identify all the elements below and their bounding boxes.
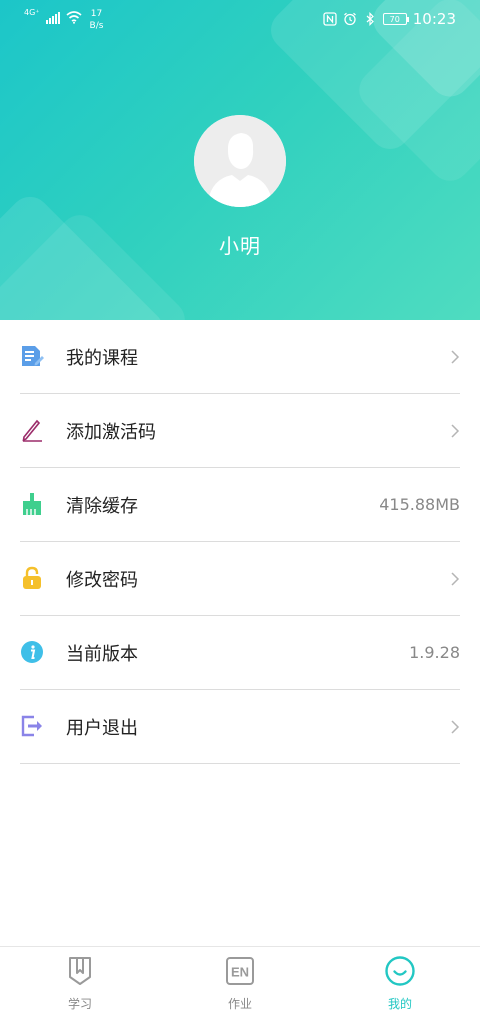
en-icon-text: EN <box>231 965 249 980</box>
battery-icon: 70 <box>382 13 409 25</box>
speed-value: 17 <box>90 9 103 19</box>
version-number: 1.9.28 <box>409 643 460 662</box>
nfc-icon <box>323 12 337 26</box>
chevron-right-icon <box>451 572 460 586</box>
tab-mine[interactable]: 我的 <box>320 947 480 1013</box>
default-avatar-icon <box>194 115 286 207</box>
smile-icon <box>385 956 415 986</box>
tab-homework[interactable]: EN 作业 <box>160 947 320 1013</box>
tab-label: 作业 <box>227 997 252 1011</box>
chevron-right-icon <box>451 720 460 734</box>
pen-icon <box>22 419 42 442</box>
book-icon <box>69 957 91 985</box>
bluetooth-icon <box>366 12 374 26</box>
broom-icon <box>23 493 41 515</box>
course-document-icon <box>22 346 44 366</box>
speed-unit: B/s <box>89 21 104 31</box>
clock: 10:23 <box>412 10 456 28</box>
network-speed: 17 B/s <box>90 8 104 32</box>
network-type: 4G⁺ <box>24 8 40 17</box>
menu-item-label: 我的课程 <box>66 347 138 369</box>
username: 小明 <box>219 234 261 258</box>
chevron-right-icon <box>451 424 460 438</box>
menu-item-clear-cache[interactable]: 清除缓存 415.88MB <box>20 468 460 542</box>
lock-icon <box>23 566 41 589</box>
menu-item-label: 修改密码 <box>66 569 138 591</box>
menu-item-current-version[interactable]: 当前版本 1.9.28 <box>20 616 460 690</box>
menu-item-logout[interactable]: 用户退出 <box>20 690 460 764</box>
menu-item-label: 添加激活码 <box>66 421 156 443</box>
tab-study[interactable]: 学习 <box>0 947 160 1013</box>
cache-size: 415.88MB <box>379 495 460 514</box>
chevron-right-icon <box>451 350 460 364</box>
menu-item-label: 当前版本 <box>66 643 138 665</box>
alarm-icon <box>343 12 356 26</box>
tab-label: 我的 <box>387 997 412 1011</box>
menu-list: 我的课程 添加激活码 清除缓存 415.88MB 修改密码 当前版本 1.9.2… <box>0 320 480 764</box>
profile-screen: 4G⁺ 17 B/s 70 10:23 小明 我的课程 添加激活码 清除缓存 4… <box>0 0 480 1013</box>
logout-icon <box>21 715 42 737</box>
signal-icon <box>45 10 60 24</box>
menu-item-my-courses[interactable]: 我的课程 <box>20 320 460 394</box>
tab-label: 学习 <box>67 997 92 1011</box>
wifi-icon <box>65 11 82 24</box>
en-homework-icon: EN <box>226 957 254 985</box>
profile-header: 4G⁺ 17 B/s 70 10:23 小明 <box>0 0 480 320</box>
menu-item-label: 用户退出 <box>66 717 138 739</box>
avatar[interactable] <box>194 115 286 207</box>
menu-item-label: 清除缓存 <box>66 495 138 517</box>
status-bar: 4G⁺ 17 B/s 70 10:23 <box>0 0 480 40</box>
info-icon <box>21 641 43 663</box>
menu-item-change-password[interactable]: 修改密码 <box>20 542 460 616</box>
bottom-navigation: 学习 EN 作业 我的 <box>0 946 480 1013</box>
menu-item-add-activation-code[interactable]: 添加激活码 <box>20 394 460 468</box>
